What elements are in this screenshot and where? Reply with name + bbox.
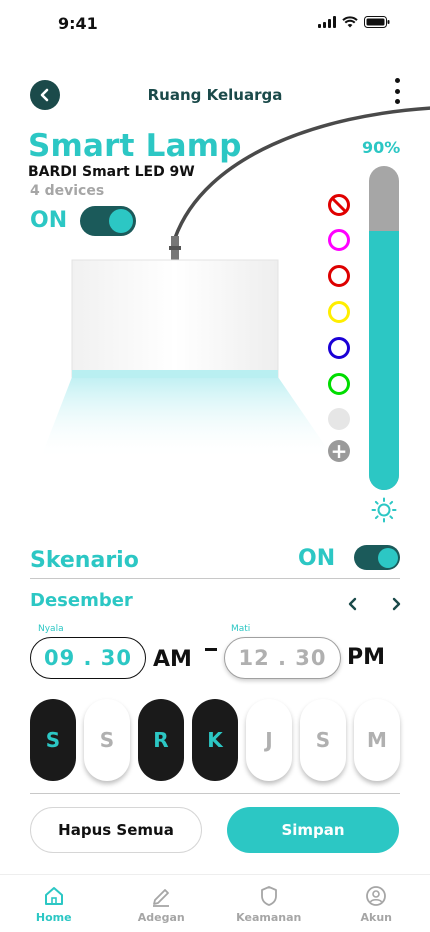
- device-model: BARDI Smart LED 9W: [28, 164, 195, 180]
- color-swatch-yellow[interactable]: [328, 301, 350, 323]
- bottom-nav: Home Adegan Keamanan Akun: [0, 874, 430, 932]
- more-dot-icon: [394, 78, 400, 83]
- day-button[interactable]: R: [138, 699, 184, 781]
- color-swatch-empty[interactable]: [328, 408, 350, 430]
- color-swatch-blue[interactable]: [328, 337, 350, 359]
- add-color-button[interactable]: +: [328, 440, 350, 462]
- color-swatch-magenta[interactable]: [328, 229, 350, 251]
- off-time-field[interactable]: 12 . 30: [224, 637, 341, 679]
- cellular-signal-icon: [318, 16, 336, 28]
- toggle-knob: [109, 209, 133, 233]
- device-count: 4 devices: [30, 183, 105, 199]
- nav-label: Adegan: [137, 911, 185, 924]
- lamp-shade: [71, 259, 279, 378]
- schedule-toggle[interactable]: [354, 545, 400, 570]
- day-button[interactable]: S: [300, 699, 346, 781]
- chevron-right-icon: [392, 597, 401, 611]
- month-label: Desember: [30, 590, 133, 611]
- more-dot-icon: [394, 88, 400, 94]
- day-button[interactable]: J: [246, 699, 292, 781]
- off-time-period[interactable]: PM: [347, 645, 385, 670]
- time-separator: [205, 648, 217, 651]
- plus-icon: +: [330, 439, 348, 463]
- nav-item-adegan[interactable]: Adegan: [108, 875, 216, 932]
- pencil-icon: [153, 889, 170, 907]
- nav-label: Akun: [360, 911, 393, 924]
- user-icon: [366, 886, 387, 906]
- brightness-percent: 90%: [362, 138, 401, 157]
- schedule-title: Skenario: [30, 548, 139, 573]
- nav-label: Keamanan: [236, 911, 302, 924]
- day-button[interactable]: S: [30, 699, 76, 781]
- brightness-slider[interactable]: [369, 166, 399, 490]
- lamp-light-glow: [40, 377, 335, 460]
- next-month-button[interactable]: [386, 594, 406, 614]
- day-button[interactable]: M: [354, 699, 400, 781]
- chevron-left-icon: [348, 597, 357, 611]
- device-title: Smart Lamp: [28, 128, 242, 164]
- brightness-fill: [369, 230, 399, 490]
- status-icons: [318, 16, 390, 28]
- nav-label: Home: [35, 911, 72, 924]
- power-toggle[interactable]: [80, 206, 136, 236]
- save-button[interactable]: Simpan: [227, 807, 399, 853]
- sun-icon: [371, 497, 397, 523]
- nav-item-akun[interactable]: Akun: [323, 875, 430, 932]
- on-time-period[interactable]: AM: [153, 647, 192, 672]
- day-button[interactable]: K: [192, 699, 238, 781]
- shield-icon: [260, 886, 277, 906]
- color-swatch-red[interactable]: [328, 265, 350, 287]
- toggle-knob: [377, 547, 398, 568]
- schedule-status-label: ON: [298, 546, 336, 571]
- day-button[interactable]: S: [84, 699, 130, 781]
- power-status-label: ON: [30, 208, 68, 233]
- clear-all-button[interactable]: Hapus Semua: [30, 807, 202, 853]
- status-time: 9:41: [58, 14, 98, 33]
- prev-month-button[interactable]: [343, 594, 363, 614]
- nav-item-home[interactable]: Home: [0, 875, 108, 932]
- off-time-caption: Mati: [231, 624, 251, 634]
- divider: [30, 578, 400, 579]
- color-swatch-green[interactable]: [328, 373, 350, 395]
- wifi-icon: [342, 16, 358, 28]
- on-time-field[interactable]: 09 . 30: [30, 637, 146, 679]
- on-time-caption: Nyala: [38, 624, 64, 634]
- home-icon: [44, 887, 63, 905]
- nav-item-keamanan[interactable]: Keamanan: [215, 875, 323, 932]
- divider: [30, 793, 400, 794]
- battery-icon: [364, 16, 390, 28]
- no-color-icon[interactable]: [327, 193, 351, 217]
